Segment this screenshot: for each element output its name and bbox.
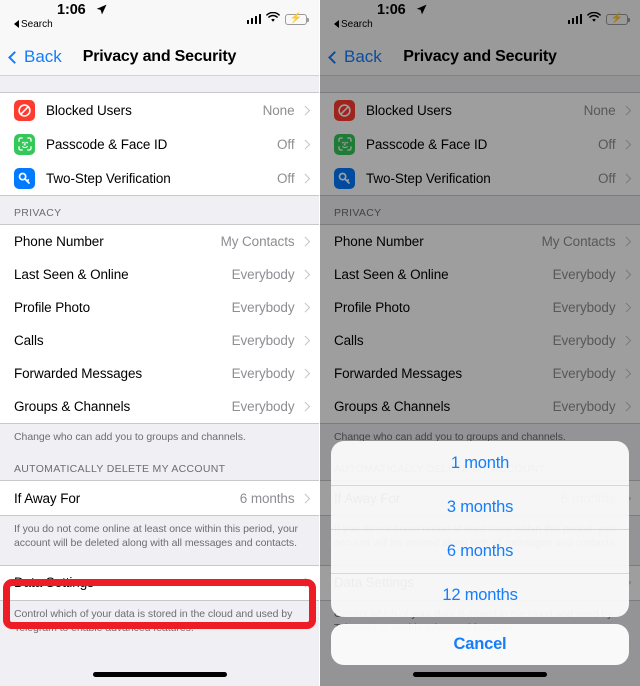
chevron-right-icon [300, 493, 310, 503]
row-value: Off [277, 170, 295, 186]
chevron-right-icon [300, 173, 310, 183]
row-last-seen-online[interactable]: Last Seen & Online Everybody [0, 258, 319, 291]
row-label: Two-Step Verification [46, 170, 171, 186]
row-value: Off [277, 136, 295, 152]
action-sheet-option-12-months[interactable]: 12 months [331, 573, 629, 617]
chevron-right-icon [300, 139, 310, 149]
row-value: Everybody [231, 300, 295, 315]
row-if-away-for[interactable]: If Away For 6 months [0, 481, 319, 516]
row-label: Groups & Channels [14, 399, 131, 414]
row-label: Calls [14, 333, 44, 348]
row-label: Phone Number [14, 234, 104, 249]
action-sheet-option-1-month[interactable]: 1 month [331, 441, 629, 485]
navigation-bar: Back Privacy and Security [0, 38, 319, 76]
action-sheet-option-6-months[interactable]: 6 months [331, 529, 629, 573]
battery-charging-icon: ⚡ [285, 13, 309, 25]
home-indicator [92, 672, 227, 677]
phone-screen-right: 1:06 Search ⚡ Back Privacy and Security [320, 0, 640, 686]
phone-screen-left: 1:06 Search ⚡ Back Privacy and Security [0, 0, 319, 686]
row-value: My Contacts [220, 234, 295, 249]
cellular-signal-icon [246, 14, 261, 24]
action-sheet: 1 month 3 months 6 months 12 months Canc… [331, 441, 629, 665]
chevron-right-icon [300, 105, 310, 115]
cancel-button[interactable]: Cancel [331, 624, 629, 665]
key-icon [14, 167, 35, 189]
row-label: Forwarded Messages [14, 366, 143, 381]
privacy-section-header: PRIVACY [14, 207, 62, 219]
chevron-right-icon [300, 368, 310, 379]
back-triangle-icon [14, 20, 19, 28]
settings-content: Blocked Users None Passcode & Face ID Of… [0, 76, 319, 686]
row-label: Data Settings [14, 575, 94, 591]
row-value: Everybody [231, 333, 295, 348]
delete-section-footer: If you do not come online at least once … [14, 523, 298, 550]
delete-section-header: AUTOMATICALLY DELETE MY ACCOUNT [14, 463, 226, 476]
chevron-right-icon [300, 577, 310, 588]
row-value: Everybody [231, 366, 295, 381]
row-phone-number[interactable]: Phone Number My Contacts [0, 225, 319, 258]
data-section-footer: Control which of your data is stored in … [14, 607, 293, 634]
row-data-settings[interactable]: Data Settings [0, 565, 319, 600]
row-groups-channels[interactable]: Groups & Channels Everybody [0, 390, 319, 423]
status-bar-indicators: ⚡ [246, 10, 309, 28]
row-label: Passcode & Face ID [46, 136, 168, 152]
security-group: Blocked Users None Passcode & Face ID Of… [0, 92, 319, 196]
row-forwarded-messages[interactable]: Forwarded Messages Everybody [0, 357, 319, 390]
data-group: Data Settings [0, 564, 319, 601]
face-id-icon [14, 133, 35, 155]
row-label: Last Seen & Online [14, 267, 129, 282]
row-profile-photo[interactable]: Profile Photo Everybody [0, 291, 319, 324]
screenshot-pair: 1:06 Search ⚡ Back Privacy and Security [0, 0, 640, 686]
action-sheet-option-3-months[interactable]: 3 months [331, 485, 629, 529]
row-label: If Away For [14, 490, 81, 506]
chevron-right-icon [300, 302, 310, 313]
chevron-right-icon [300, 236, 310, 247]
row-value: Everybody [231, 399, 295, 414]
status-bar-time: 1:06 [57, 2, 86, 18]
privacy-group: Phone Number My Contacts Last Seen & Onl… [0, 224, 319, 424]
wifi-icon [266, 10, 280, 28]
row-label: Blocked Users [46, 102, 132, 118]
action-sheet-options: 1 month 3 months 6 months 12 months [331, 441, 629, 617]
row-blocked-users[interactable]: Blocked Users None [0, 93, 319, 127]
row-value: None [262, 102, 295, 118]
row-two-step-verification[interactable]: Two-Step Verification Off [0, 161, 319, 195]
back-app-label: Search [21, 19, 53, 30]
blocked-users-icon [14, 99, 35, 121]
chevron-right-icon [300, 269, 310, 280]
status-bar: 1:06 Search ⚡ [0, 0, 319, 38]
row-value: 6 months [239, 490, 295, 506]
back-to-app-link[interactable]: Search [14, 19, 53, 30]
chevron-right-icon [300, 335, 310, 346]
row-calls[interactable]: Calls Everybody [0, 324, 319, 357]
chevron-right-icon [300, 401, 310, 412]
privacy-section-footer: Change who can add you to groups and cha… [14, 431, 246, 443]
row-label: Profile Photo [14, 300, 90, 315]
page-title: Privacy and Security [82, 48, 237, 65]
row-value: Everybody [231, 267, 295, 282]
delete-group: If Away For 6 months [0, 480, 319, 517]
row-passcode-face-id[interactable]: Passcode & Face ID Off [0, 127, 319, 161]
